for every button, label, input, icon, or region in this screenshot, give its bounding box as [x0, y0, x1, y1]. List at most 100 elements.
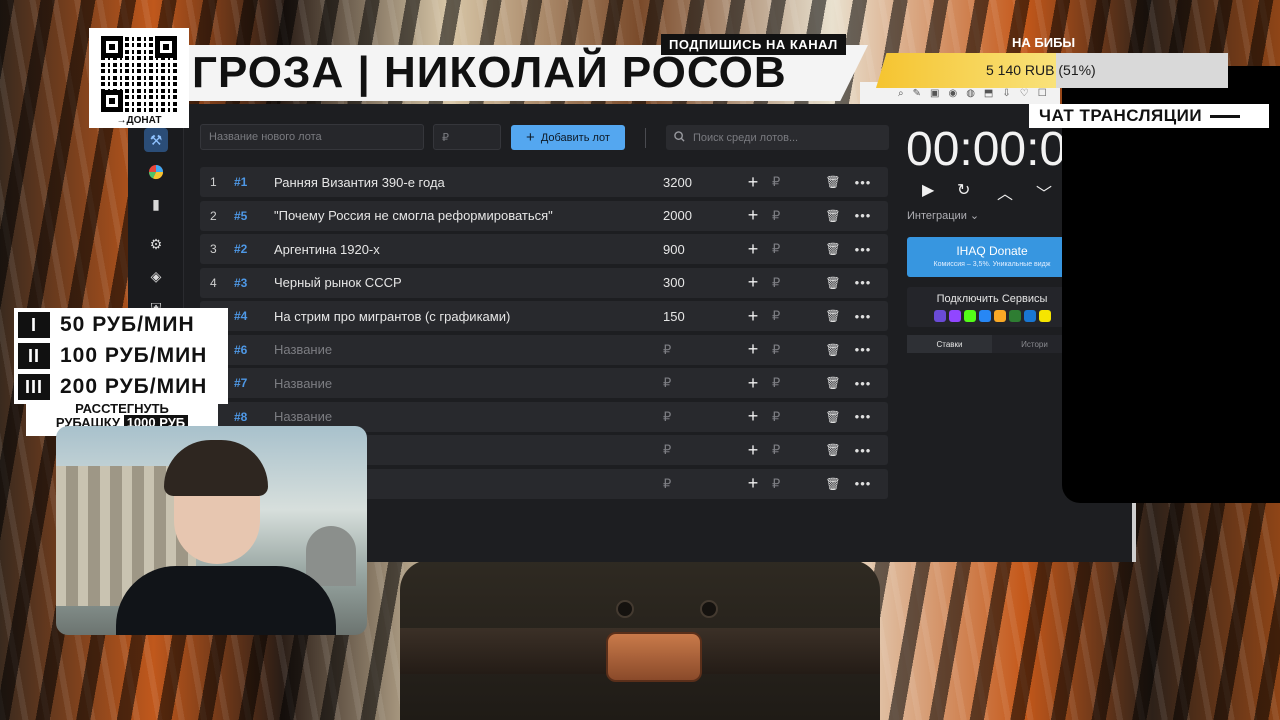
trash-icon[interactable]: 🗑 [818, 209, 848, 223]
more-options-icon[interactable]: ••• [848, 242, 878, 257]
translate-icon[interactable]: ◍ [966, 88, 975, 99]
download-icon[interactable]: ⇩ [1002, 88, 1010, 99]
add-amount-icon[interactable]: + [738, 473, 768, 494]
gear-icon[interactable]: ⚙ [144, 232, 168, 256]
more-options-icon[interactable]: ••• [848, 443, 878, 458]
lot-row[interactable]: 2 #5 "Почему Россия не смогла реформироват… [200, 200, 888, 231]
search-icon [674, 130, 685, 145]
lot-amount-field[interactable]: ₽ [663, 409, 738, 425]
add-amount-icon[interactable]: + [738, 272, 768, 293]
add-amount-input[interactable]: ₽ [768, 174, 818, 190]
more-options-icon[interactable]: ••• [848, 175, 878, 190]
add-amount-input[interactable]: ₽ [768, 442, 818, 458]
trash-icon[interactable]: 🗑 [818, 443, 848, 457]
zoom-icon[interactable]: ⌕ [898, 88, 904, 99]
price-row: II 100 РУБ/МИН [18, 343, 207, 369]
lot-row[interactable]: #6 Название ₽ + ₽ 🗑 ••• [200, 334, 888, 365]
lot-row[interactable]: 3 #2 Аргентина 1920-х 900 + ₽ 🗑 ••• [200, 234, 888, 264]
search-input[interactable]: Поиск среди лотов... [666, 125, 889, 150]
add-lot-label: Добавить лот [540, 131, 610, 144]
lot-name-field[interactable]: Название [274, 376, 663, 391]
lot-row[interactable]: 1 #1 Ранняя Византия 390-е года 3200 + ₽ 🗑 ••• [200, 167, 888, 197]
lot-name-field[interactable]: На стрим про мигрантов (с графиками) [274, 309, 663, 324]
chevron-down-icon[interactable]: ﹀ [1036, 180, 1052, 204]
connect-services-card[interactable]: Подключить Сервисы [907, 287, 1077, 327]
trash-icon[interactable]: 🗑 [818, 410, 848, 424]
add-amount-input[interactable]: ₽ [768, 342, 818, 358]
background-button [700, 600, 718, 618]
lot-amount-field[interactable]: ₽ [663, 476, 738, 492]
heart-icon[interactable]: ♡ [1020, 88, 1029, 99]
lot-amount-field[interactable]: 150 [663, 309, 738, 324]
more-options-icon[interactable]: ••• [848, 409, 878, 424]
lot-amount-field[interactable]: ₽ [663, 442, 738, 458]
trash-icon[interactable]: 🗑 [818, 276, 848, 290]
add-amount-icon[interactable]: + [738, 239, 768, 260]
lot-name-field[interactable]: Название [274, 409, 663, 424]
add-amount-input[interactable]: ₽ [768, 308, 818, 324]
integrations-dropdown[interactable]: Интеграции ⌄ [907, 209, 979, 222]
lot-number: #4 [234, 309, 248, 323]
edit-icon[interactable]: ✎ [913, 88, 921, 99]
add-amount-input[interactable]: ₽ [768, 208, 818, 224]
ihaq-donate-card[interactable]: IHAQ Donate Комиссия – 3,5%. Уникальные … [907, 237, 1077, 277]
tab-bets[interactable]: Ставки [907, 335, 992, 353]
add-amount-input[interactable]: ₽ [768, 375, 818, 391]
bar-chart-icon[interactable]: ▮ [144, 192, 168, 216]
screenshot-icon[interactable]: ▣ [930, 88, 939, 99]
reset-icon[interactable]: ↻ [957, 180, 970, 200]
lot-amount-field[interactable]: 900 [663, 242, 738, 257]
add-amount-input[interactable]: ₽ [768, 409, 818, 425]
lot-amount-field[interactable]: 300 [663, 275, 738, 290]
trash-icon[interactable]: 🗑 [818, 242, 848, 256]
lot-name-field[interactable]: Ранняя Византия 390-е года [274, 175, 663, 190]
new-lot-name-input[interactable]: Название нового лота [200, 124, 424, 150]
bookmark-icon[interactable]: ☐ [1038, 88, 1047, 99]
chevron-up-icon[interactable]: ︿ [997, 180, 1013, 204]
lot-name-field[interactable]: Название [274, 342, 663, 357]
lot-amount-field[interactable]: 2000 [663, 208, 738, 223]
trash-icon[interactable]: 🗑 [818, 175, 848, 189]
lot-name-field[interactable]: Черный рынок СССР [274, 275, 663, 290]
lot-amount-field[interactable]: ₽ [663, 375, 738, 391]
trash-icon[interactable]: 🗑 [818, 376, 848, 390]
gavel-icon[interactable]: ⚒ [144, 128, 168, 152]
lot-amount-field[interactable]: 3200 [663, 175, 738, 190]
lot-row[interactable]: 5#4На стрим про мигрантов (с графиками)1… [200, 301, 888, 331]
trash-icon[interactable]: 🗑 [818, 477, 848, 491]
goal-label: НА БИБЫ [1012, 35, 1076, 50]
add-amount-input[interactable]: ₽ [768, 241, 818, 257]
add-amount-icon[interactable]: + [738, 440, 768, 461]
lot-number: #5 [234, 208, 248, 223]
add-lot-button[interactable]: + Добавить лот [511, 125, 625, 150]
add-amount-input[interactable]: ₽ [768, 476, 818, 492]
add-amount-icon[interactable]: + [738, 306, 768, 327]
trash-icon[interactable]: 🗑 [818, 343, 848, 357]
record-icon[interactable]: ◉ [948, 88, 957, 99]
add-amount-icon[interactable]: + [738, 406, 768, 427]
more-options-icon[interactable]: ••• [848, 208, 878, 223]
add-amount-icon[interactable]: + [738, 172, 768, 193]
more-options-icon[interactable]: ••• [848, 476, 878, 491]
lot-row[interactable]: 4 #3 Черный рынок СССР 300 + ₽ 🗑 ••• [200, 267, 888, 298]
more-options-icon[interactable]: ••• [848, 275, 878, 290]
play-icon[interactable]: ▶ [922, 180, 934, 200]
new-lot-amount-input[interactable]: ₽ [433, 124, 501, 150]
bets-tabs: Ставки Истори [907, 335, 1077, 353]
add-amount-icon[interactable]: + [738, 339, 768, 360]
trash-icon[interactable]: 🗑 [818, 309, 848, 323]
add-amount-icon[interactable]: + [738, 373, 768, 394]
subscribe-label: ПОДПИШИСЬ НА КАНАЛ [661, 34, 846, 55]
add-amount-icon[interactable]: + [738, 205, 768, 226]
layers-icon[interactable]: ◈ [144, 264, 168, 288]
lot-row[interactable]: #7 Название ₽ + ₽ 🗑 ••• [200, 368, 888, 398]
add-amount-input[interactable]: ₽ [768, 275, 818, 291]
lot-amount-field[interactable]: ₽ [663, 342, 738, 358]
pie-chart-icon[interactable] [144, 160, 168, 184]
extension-icon[interactable]: ⬒ [984, 88, 993, 99]
more-options-icon[interactable]: ••• [848, 376, 878, 391]
more-options-icon[interactable]: ••• [848, 342, 878, 357]
lot-name-field[interactable]: Аргентина 1920-х [274, 242, 663, 257]
lot-name-field[interactable]: "Почему Россия не смогла реформироваться… [274, 208, 663, 223]
more-options-icon[interactable]: ••• [848, 309, 878, 324]
